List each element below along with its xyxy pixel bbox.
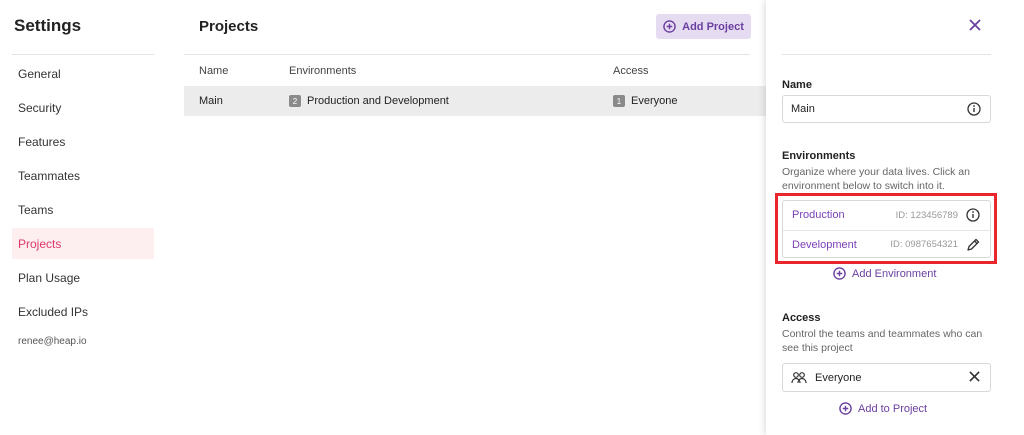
sidebar-item-label: Plan Usage: [18, 270, 81, 285]
close-icon: [968, 369, 980, 387]
environment-id: ID: 0987654321: [890, 239, 958, 250]
access-description: Control the teams and teammates who can …: [782, 328, 983, 354]
info-icon[interactable]: [966, 101, 982, 117]
environments-cell: 2 Production and Development: [289, 95, 449, 107]
pencil-icon[interactable]: [965, 237, 981, 253]
column-header-access[interactable]: Access: [613, 65, 648, 77]
sidebar-item-label: Security: [18, 100, 62, 115]
add-environment-button[interactable]: Add Environment: [833, 267, 936, 280]
plus-circle-icon: [663, 20, 676, 33]
environment-count-badge: 2: [289, 95, 301, 107]
table-row[interactable]: Main 2 Production and Development 1 Ever…: [184, 86, 766, 116]
environments-label: Environments: [782, 150, 856, 162]
access-label: Access: [782, 312, 821, 324]
sidebar-item-label: Features: [18, 134, 66, 149]
sidebar-item-label: Excluded IPs: [18, 304, 89, 319]
column-header-environments[interactable]: Environments: [289, 65, 356, 77]
sidebar-item-label: Teammates: [18, 168, 81, 183]
access-text: Everyone: [631, 95, 678, 107]
sidebar-title: Settings: [14, 16, 82, 35]
add-project-label: Add Project: [682, 20, 744, 33]
name-label: Name: [782, 79, 812, 91]
environment-name[interactable]: Development: [792, 239, 890, 251]
project-detail-panel: Name Main Environments Organize where yo…: [766, 0, 1024, 435]
sidebar-item-features[interactable]: Features: [12, 126, 154, 157]
environments-text: Production and Development: [307, 95, 449, 107]
sidebar-item-projects[interactable]: Projects: [12, 228, 154, 259]
environment-name[interactable]: Production: [792, 209, 896, 221]
environment-row-development[interactable]: Development ID: 0987654321: [783, 230, 990, 258]
sidebar-item-label: Teams: [18, 202, 54, 217]
panel-divider: [782, 54, 991, 55]
sidebar-item-teams[interactable]: Teams: [12, 194, 154, 225]
close-icon: [969, 18, 981, 36]
access-value: Everyone: [815, 371, 862, 384]
project-name-field[interactable]: Main: [782, 95, 991, 123]
settings-nav: General Security Features Teammates Team…: [12, 58, 154, 330]
group-icon: [791, 370, 807, 386]
sidebar-divider: [12, 54, 154, 55]
add-to-project-button[interactable]: Add to Project: [839, 402, 927, 415]
plus-circle-icon: [833, 267, 846, 280]
add-project-button[interactable]: Add Project: [656, 14, 751, 39]
project-name-cell: Main: [199, 95, 223, 107]
access-count-badge: 1: [613, 95, 625, 107]
environments-list: Production ID: 123456789 Development ID:…: [782, 200, 991, 258]
page-title: Projects: [199, 18, 259, 35]
sidebar-item-plan-usage[interactable]: Plan Usage: [12, 262, 154, 293]
access-entry-everyone: Everyone: [782, 363, 991, 392]
close-panel-button[interactable]: [966, 18, 984, 36]
add-environment-label: Add Environment: [852, 267, 937, 280]
table-header: Name Environments Access: [184, 58, 764, 84]
add-to-project-label: Add to Project: [858, 402, 928, 415]
column-header-name[interactable]: Name: [199, 65, 228, 77]
sidebar-item-label: General: [18, 66, 61, 81]
sidebar-item-excluded-ips[interactable]: Excluded IPs: [12, 296, 154, 327]
environment-row-production[interactable]: Production ID: 123456789: [783, 201, 990, 229]
info-icon[interactable]: [965, 207, 981, 223]
sidebar-item-security[interactable]: Security: [12, 92, 154, 123]
access-cell: 1 Everyone: [613, 95, 677, 107]
plus-circle-icon: [839, 402, 852, 415]
project-name: Main: [199, 95, 223, 107]
project-name-value: Main: [791, 103, 815, 115]
main-divider: [184, 54, 750, 55]
sidebar-item-label: Projects: [18, 236, 62, 251]
settings-sidebar: Settings General Security Features Teamm…: [0, 0, 170, 435]
user-email: renee@heap.io: [18, 336, 87, 347]
sidebar-item-teammates[interactable]: Teammates: [12, 160, 154, 191]
environment-id: ID: 123456789: [895, 209, 958, 221]
environments-description: Organize where your data lives. Click an…: [782, 166, 970, 192]
sidebar-item-general[interactable]: General: [12, 58, 154, 89]
remove-access-button[interactable]: [966, 370, 982, 386]
